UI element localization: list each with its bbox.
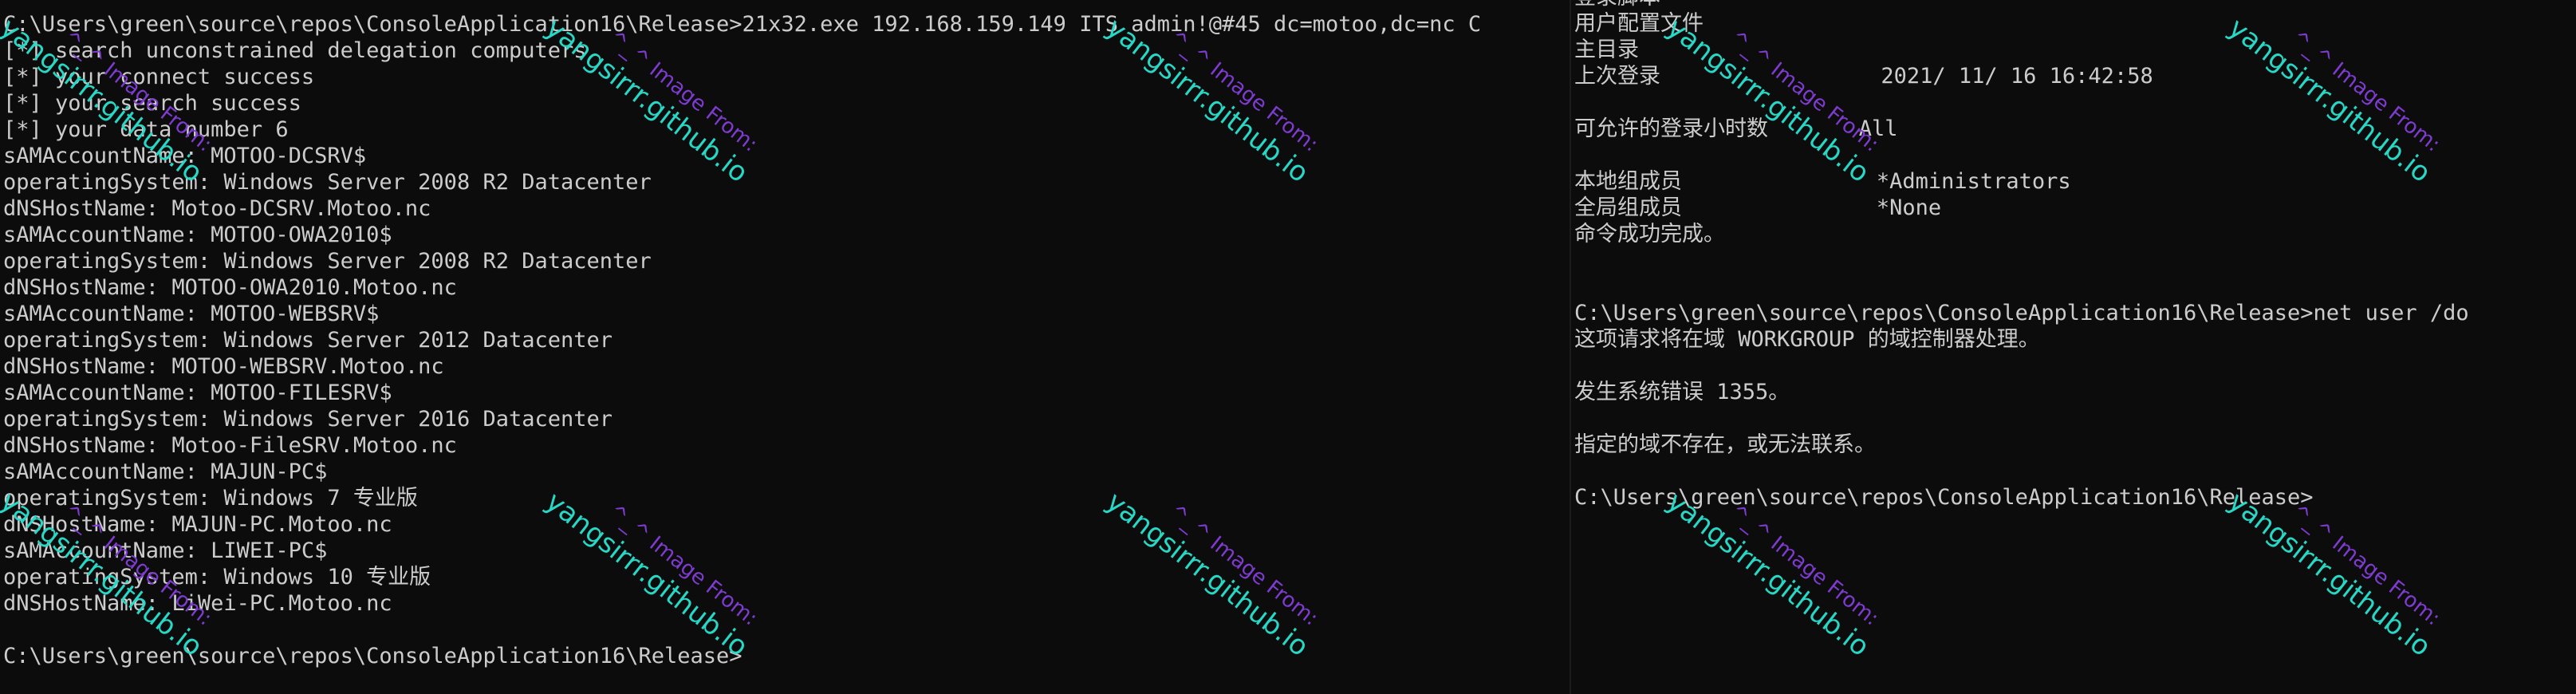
terminal-line: dNSHostName: MOTOO-WEBSRV.Motoo.nc — [3, 354, 444, 379]
terminal-line: [*] your data number 6 — [3, 117, 289, 142]
terminal-line: [*] your connect success — [3, 65, 315, 89]
terminal-line: 主目录 — [1574, 37, 1639, 62]
left-terminal-output: C:\Users\green\source\repos\ConsoleAppli… — [3, 11, 1481, 669]
terminal-line: 指定的域不存在，或无法联系。 — [1574, 432, 1876, 457]
terminal-line: sAMAccountName: MOTOO-WEBSRV$ — [3, 302, 380, 326]
terminal-line: operatingSystem: Windows Server 2012 Dat… — [3, 328, 613, 353]
terminal-line: dNSHostName: MOTOO-OWA2010.Motoo.nc — [3, 275, 457, 300]
terminal-prompt-line[interactable]: C:\Users\green\source\repos\ConsoleAppli… — [1574, 484, 2469, 511]
terminal-line: sAMAccountName: MAJUN-PC$ — [3, 459, 328, 484]
right-terminal-pane[interactable]: 登录脚本 用户配置文件 主目录 上次登录 2021/ 11/ 16 16:42:… — [1571, 0, 2576, 694]
terminal-line: 可允许的登录小时数 All — [1574, 116, 1898, 141]
terminal-line: dNSHostName: LiWei-PC.Motoo.nc — [3, 591, 392, 616]
right-terminal-output: 登录脚本 用户配置文件 主目录 上次登录 2021/ 11/ 16 16:42:… — [1574, 0, 2469, 511]
terminal-line: 全局组成员 *None — [1574, 195, 1942, 220]
terminal-line: operatingSystem: Windows Server 2008 R2 … — [3, 249, 652, 274]
screenshot: C:\Users\green\source\repos\ConsoleAppli… — [0, 0, 2576, 694]
terminal-line: C:\Users\green\source\repos\ConsoleAppli… — [3, 12, 1482, 37]
terminal-line: 这项请求将在域 WORKGROUP 的域控制器处理。 — [1574, 327, 2040, 352]
terminal-line: 本地组成员 *Administrators — [1574, 169, 2071, 194]
terminal-prompt-line[interactable]: C:\Users\green\source\repos\ConsoleAppli… — [3, 643, 1481, 669]
terminal-line: 登录脚本 — [1574, 0, 2469, 10]
terminal-line: operatingSystem: Windows 10 专业版 — [3, 565, 431, 590]
terminal-line: 发生系统错误 1355。 — [1574, 380, 1790, 404]
terminal-line: 上次登录 2021/ 11/ 16 16:42:58 — [1574, 64, 2153, 89]
terminal-line: dNSHostName: MAJUN-PC.Motoo.nc — [3, 512, 392, 537]
terminal-line: operatingSystem: Windows 7 专业版 — [3, 486, 418, 511]
terminal-line: 命令成功完成。 — [1574, 222, 1725, 246]
terminal-line: dNSHostName: Motoo-FileSRV.Motoo.nc — [3, 433, 457, 458]
terminal-line: [*] search unconstrained delegation comp… — [3, 38, 587, 63]
terminal-line: dNSHostName: Motoo-DCSRV.Motoo.nc — [3, 196, 431, 221]
terminal-line: sAMAccountName: LIWEI-PC$ — [3, 538, 328, 563]
terminal-line: [*] your search success — [3, 91, 301, 116]
terminal-line: 用户配置文件 — [1574, 11, 1704, 36]
left-terminal-pane[interactable]: C:\Users\green\source\repos\ConsoleAppli… — [0, 0, 1570, 694]
terminal-line: sAMAccountName: MOTOO-DCSRV$ — [3, 144, 367, 168]
terminal-line: operatingSystem: Windows Server 2016 Dat… — [3, 407, 613, 432]
terminal-line: operatingSystem: Windows Server 2008 R2 … — [3, 170, 652, 195]
terminal-line: sAMAccountName: MOTOO-FILESRV$ — [3, 381, 392, 405]
terminal-line: sAMAccountName: MOTOO-OWA2010$ — [3, 223, 392, 247]
terminal-line: C:\Users\green\source\repos\ConsoleAppli… — [1574, 301, 2469, 325]
